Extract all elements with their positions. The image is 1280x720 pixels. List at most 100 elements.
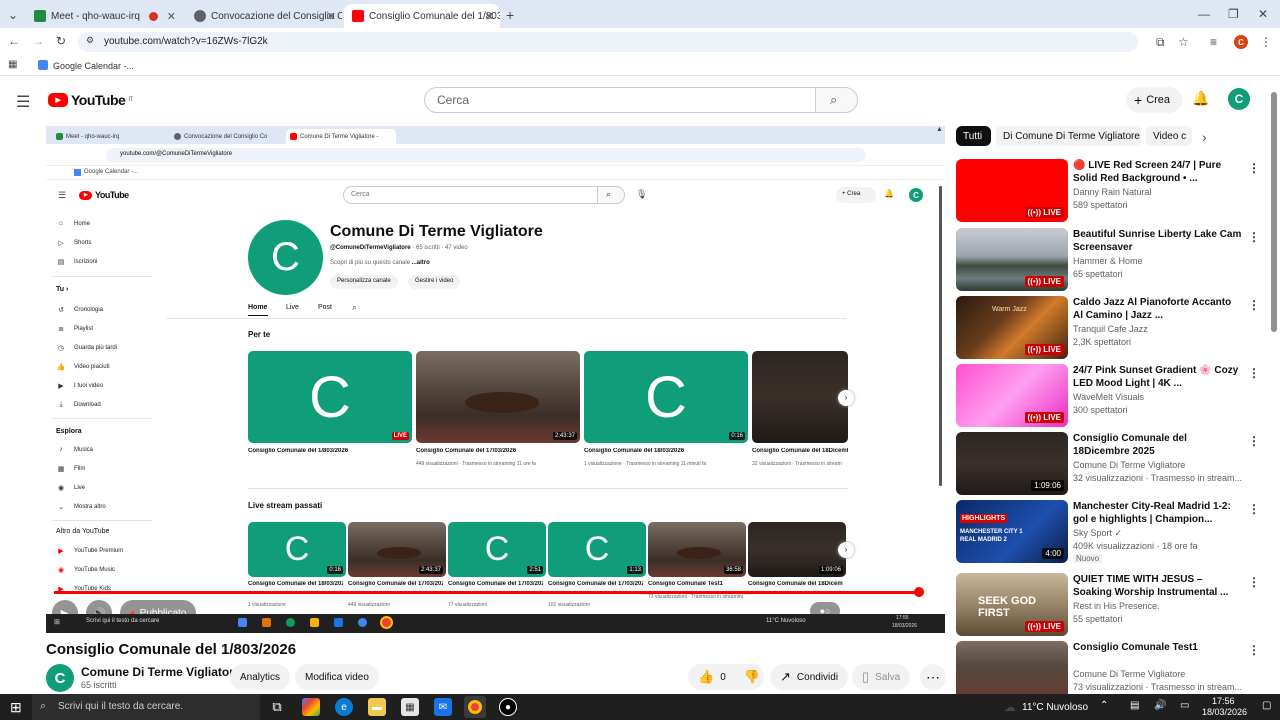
profile-avatar[interactable]: C <box>1234 35 1248 49</box>
chrome-taskbar-button[interactable] <box>464 696 486 718</box>
video-thumbnail[interactable]: ((•)) LIVE <box>956 228 1068 291</box>
apps-icon[interactable]: ▦ <box>8 59 17 70</box>
chevron-right-icon[interactable]: › <box>1202 129 1207 145</box>
reload-icon[interactable]: ↻ <box>56 34 66 48</box>
taskbar-search-input[interactable]: ⌕ Scrivi qui il testo da cercare. <box>32 694 260 720</box>
video-title[interactable]: Caldo Jazz Al Pianoforte Accanto Al Cami… <box>1073 296 1243 322</box>
video-title[interactable]: Consiglio Comunale del 18Dicembre 2025 <box>1073 432 1243 458</box>
notification-center-icon[interactable]: ▢ <box>1262 700 1271 711</box>
channel-name[interactable]: Danny Rain Natural <box>1073 187 1243 197</box>
taskbar-time[interactable]: 17:56 <box>1212 696 1235 706</box>
battery-icon[interactable]: ▭ <box>1180 700 1189 711</box>
more-vertical-icon[interactable]: ⋮ <box>1248 230 1260 244</box>
channel-name[interactable]: Comune Di Terme Vigliatore <box>1073 669 1243 679</box>
obs-icon[interactable]: ● <box>499 698 517 716</box>
channel-avatar[interactable]: C <box>46 664 74 692</box>
tab-meet[interactable]: Meet - qho-wauc-irq ✕ <box>26 4 182 28</box>
recommended-video[interactable]: HIGHLIGHTS MANCHESTER CITY 1 REAL MADRID … <box>956 500 1266 564</box>
more-vertical-icon[interactable]: ⋮ <box>1248 434 1260 448</box>
task-view-icon[interactable]: ⧉ <box>268 698 286 716</box>
forward-icon[interactable]: → <box>32 34 44 48</box>
video-title[interactable]: Beautiful Sunrise Liberty Lake Cam Scree… <box>1073 228 1243 254</box>
mail-icon[interactable]: ✉ <box>434 698 452 716</box>
more-vertical-icon[interactable]: ⋮ <box>1248 298 1260 312</box>
more-vertical-icon[interactable]: ⋮ <box>1248 502 1260 516</box>
video-thumbnail[interactable]: ((•)) LIVE <box>956 364 1068 427</box>
share-button[interactable]: ↗ Condividi <box>770 664 849 690</box>
video-thumbnail[interactable]: ((•)) LIVE <box>956 159 1068 222</box>
channel-name[interactable]: Rest in His Presence. <box>1073 601 1243 611</box>
recommended-video[interactable]: ((•)) LIVE 🔴 LIVE Red Screen 24/7 | Pure … <box>956 159 1266 223</box>
more-vertical-icon[interactable]: ⋮ <box>1248 643 1260 657</box>
volume-icon[interactable]: 🔊 <box>1154 700 1166 711</box>
store-icon[interactable]: ▦ <box>401 698 419 716</box>
chip-from-channel[interactable]: Di Comune Di Terme Vigliatore <box>996 126 1141 146</box>
channel-name[interactable]: Sky Sport ✓ <box>1073 528 1243 539</box>
video-thumbnail[interactable]: 1:09:06 <box>956 432 1068 495</box>
tab-convocazione[interactable]: Convocazione del Consiglio Co ✕ <box>186 4 342 28</box>
file-explorer-icon[interactable]: ▬ <box>368 698 386 716</box>
youtube-logo[interactable]: ▶ YouTube IT <box>48 92 133 108</box>
back-icon[interactable]: ← <box>8 34 20 48</box>
recommended-video[interactable]: Warm Jazz ((•)) LIVE Caldo Jazz Al Pianofo… <box>956 296 1266 360</box>
close-icon[interactable]: ✕ <box>485 10 494 23</box>
video-title[interactable]: Consiglio Comunale Test1 <box>1073 641 1243 654</box>
progress-scrubber[interactable] <box>914 587 925 597</box>
recommended-video[interactable]: SEEK GOD FIRST ((•)) LIVE QUIET TIME WITH … <box>956 573 1266 637</box>
more-actions-button[interactable]: ⋯ <box>920 664 946 690</box>
close-window-icon[interactable]: ✕ <box>1258 7 1268 21</box>
site-info-icon[interactable]: ⚙ <box>86 35 94 46</box>
tab-search-icon[interactable]: ⌄ <box>8 8 18 22</box>
copilot-icon[interactable] <box>302 698 320 716</box>
taskbar-date[interactable]: 18/03/2026 <box>1202 707 1247 717</box>
chip-all[interactable]: Tutti <box>956 126 991 146</box>
menu-kebab-icon[interactable]: ⋮ <box>1260 35 1272 49</box>
hamburger-menu-icon[interactable]: ☰ <box>16 92 30 112</box>
create-button[interactable]: + Crea <box>1126 87 1182 113</box>
bookmark-google-calendar[interactable]: Google Calendar -... <box>53 61 134 71</box>
bookmark-star-icon[interactable]: ☆ <box>1178 35 1189 49</box>
edge-icon[interactable]: e <box>335 698 353 716</box>
more-vertical-icon[interactable]: ⋮ <box>1248 366 1260 380</box>
search-button[interactable]: ⌕ <box>815 87 858 113</box>
video-thumbnail[interactable]: HIGHLIGHTS MANCHESTER CITY 1 REAL MADRID … <box>956 500 1068 563</box>
close-icon[interactable]: ✕ <box>327 10 336 23</box>
video-thumbnail[interactable]: Warm Jazz ((•)) LIVE <box>956 296 1068 359</box>
channel-name[interactable]: WaveMelt Visuals <box>1073 392 1243 402</box>
page-scrollbar[interactable] <box>1270 88 1278 694</box>
recommended-video[interactable]: 1:09:06 Consiglio Comunale del 18Dicembre… <box>956 432 1266 496</box>
video-thumbnail[interactable]: SEEK GOD FIRST ((•)) LIVE <box>956 573 1068 636</box>
channel-name[interactable]: Hammer & Home <box>1073 256 1243 266</box>
analytics-button[interactable]: Analytics <box>230 664 291 690</box>
dislike-button[interactable]: 👎 <box>744 669 760 685</box>
search-input[interactable]: Cerca <box>424 87 816 113</box>
recommended-video[interactable]: ((•)) LIVE Beautiful Sunrise Liberty Lake… <box>956 228 1266 292</box>
more-vertical-icon[interactable]: ⋮ <box>1248 575 1260 589</box>
edit-video-button[interactable]: Modifica video <box>295 664 379 690</box>
account-avatar[interactable]: C <box>1228 88 1250 110</box>
taskbar-weather[interactable]: 11°C Nuvoloso <box>1022 702 1088 713</box>
new-tab-button[interactable]: + <box>506 7 514 23</box>
more-vertical-icon[interactable]: ⋮ <box>1248 161 1260 175</box>
scrollbar-thumb[interactable] <box>1271 92 1277 332</box>
maximize-icon[interactable]: ❐ <box>1228 7 1239 21</box>
channel-name[interactable]: Tranquil Cafe Jazz <box>1073 324 1243 334</box>
install-icon[interactable]: ⧉ <box>1156 35 1165 50</box>
reading-list-icon[interactable]: ≡ <box>1210 35 1217 49</box>
video-title[interactable]: QUIET TIME WITH JESUS – Soaking Worship … <box>1073 573 1243 599</box>
minimize-icon[interactable]: — <box>1198 7 1210 21</box>
video-title[interactable]: 24/7 Pink Sunset Gradient 🌸 Cozy LED Moo… <box>1073 364 1243 390</box>
video-title[interactable]: Manchester City-Real Madrid 1-2: gol e h… <box>1073 500 1243 526</box>
chip-related[interactable]: Video c <box>1146 126 1192 146</box>
tab-youtube-video[interactable]: Consiglio Comunale del 1/803/2 ✕ <box>344 4 500 28</box>
recommended-video[interactable]: ((•)) LIVE 24/7 Pink Sunset Gradient 🌸 Co… <box>956 364 1266 428</box>
video-player[interactable]: Meet - qho-wauc-irq Convocazione del Con… <box>46 126 945 633</box>
close-icon[interactable]: ✕ <box>167 10 176 23</box>
windows-start-icon[interactable]: ⊞ <box>10 699 22 716</box>
notifications-bell-icon[interactable]: 🔔 <box>1192 90 1209 107</box>
video-title[interactable]: 🔴 LIVE Red Screen 24/7 | Pure Solid Red … <box>1073 159 1243 185</box>
url-field[interactable]: ⚙ youtube.com/watch?v=16ZWs-7lG2k <box>78 32 1138 52</box>
save-button[interactable]: ▯ Salva <box>852 664 911 690</box>
channel-name[interactable]: Comune Di Terme Vigliatore <box>81 665 241 679</box>
tray-chevron-icon[interactable]: ⌃ <box>1100 700 1108 711</box>
